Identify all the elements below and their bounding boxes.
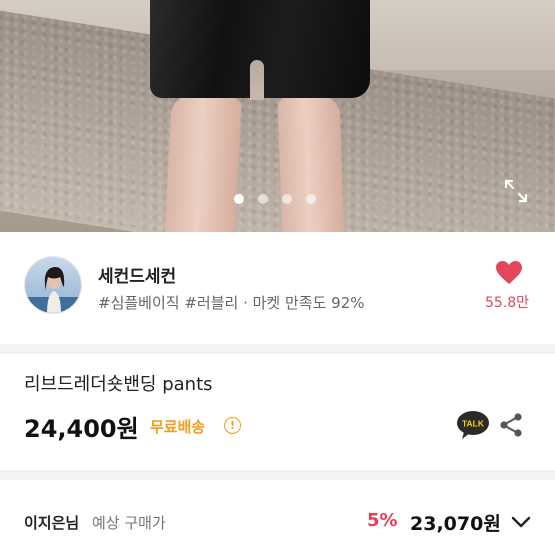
expand-button[interactable] <box>503 178 529 204</box>
shop-tags: #심플베이직 #러블리 · 마켓 만족도 92% <box>98 294 365 312</box>
shop-name[interactable]: 세컨드세컨 <box>98 262 176 287</box>
photo-leg-right <box>277 94 345 232</box>
heart-icon <box>496 261 522 284</box>
info-icon[interactable]: ! <box>224 417 241 434</box>
like-count: 55.8만 <box>485 295 530 311</box>
chevron-down-icon <box>511 516 531 528</box>
kakaotalk-icon: TALK <box>457 411 489 439</box>
expand-icon <box>504 179 528 203</box>
expected-price: 23,070원 <box>410 513 501 535</box>
shop-row[interactable]: 세컨드세컨 #심플베이직 #러블리 · 마켓 만족도 92% 55.8만 <box>0 232 555 344</box>
expected-price-label: 예상 구매가 <box>92 514 166 532</box>
talk-label: TALK <box>462 419 485 429</box>
discount-rate: 5% <box>367 510 398 531</box>
photo-leg-left <box>164 94 242 232</box>
like-button[interactable] <box>495 260 523 286</box>
photo-shorts-split <box>250 60 264 100</box>
shop-avatar[interactable] <box>24 256 82 314</box>
avatar-image <box>25 257 81 313</box>
expected-price-row[interactable]: 이지은님 예상 구매가 5% 23,070원 <box>0 480 555 555</box>
carousel-dot-4[interactable] <box>306 194 316 204</box>
carousel-dot-2[interactable] <box>258 194 268 204</box>
buyer-name: 이지은님 <box>24 514 80 532</box>
product-price: 24,400원 <box>24 415 139 443</box>
share-button[interactable] <box>498 412 524 438</box>
product-title: 리브드레더숏밴딩 pants <box>24 374 213 395</box>
carousel-indicator <box>234 194 316 204</box>
product-image[interactable] <box>0 0 555 232</box>
carousel-dot-1[interactable] <box>234 194 244 204</box>
section-divider <box>0 344 555 354</box>
expand-price-button[interactable] <box>510 514 532 530</box>
carousel-dot-3[interactable] <box>282 194 292 204</box>
free-shipping-label: 무료배송 <box>150 418 206 436</box>
kakaotalk-button[interactable]: TALK <box>456 410 490 440</box>
share-icon <box>500 413 522 437</box>
section-divider <box>0 470 555 480</box>
